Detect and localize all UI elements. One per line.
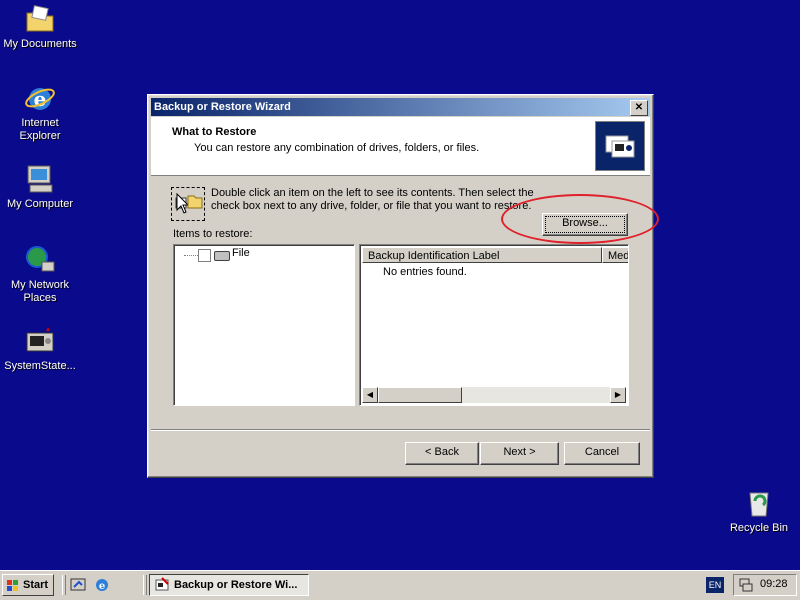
back-button[interactable]: < Back [405,442,479,465]
desktop-icon-label: SystemState... [4,360,76,372]
desktop-icon-recycle-bin[interactable]: Recycle Bin [719,487,799,535]
back-button-label: < Back [425,446,459,458]
scroll-left-icon[interactable]: ◀ [362,387,378,403]
taskbar-item-label: Backup or Restore Wi... [174,579,298,591]
taskbar-grip[interactable] [62,575,66,595]
restore-tree-view[interactable]: File [173,244,355,406]
cancel-button-label: Cancel [584,446,620,458]
desktop-icon-my-network-places[interactable]: My Network Places [0,244,80,305]
desktop-icon-my-computer[interactable]: My Computer [0,163,80,211]
windows-logo-icon [7,579,19,591]
desktop-icon-label: My Documents [3,38,77,50]
desktop-icon-label: Internet Explorer [19,117,61,142]
next-button[interactable]: Next > [480,442,559,465]
tree-item-checkbox[interactable] [198,249,211,262]
tree-item-file[interactable]: File [232,247,250,259]
backup-wizard-icon [595,121,645,171]
page-title: What to Restore [172,126,257,138]
svg-text:e: e [99,581,105,592]
column-header-media[interactable]: Media [602,247,628,263]
taskbar-item-backup-wizard[interactable]: Backup or Restore Wi... [149,574,309,596]
internet-explorer-icon: e [24,82,56,114]
instruction-text: Double click an item on the left to see … [211,187,534,212]
next-button-label: Next > [503,446,536,458]
items-to-restore-label: Items to restore: [173,228,253,240]
column-header-backup-label[interactable]: Backup Identification Label [362,247,602,263]
backup-wizard-task-icon [154,577,170,595]
internet-explorer-quicklaunch-icon[interactable]: e [94,577,110,593]
taskbar-grip[interactable] [143,575,147,595]
start-label: Start [23,579,49,591]
backup-restore-wizard-window: Backup or Restore Wizard ✕ What to Resto… [147,94,654,478]
system-tray: 09:28 [733,574,797,596]
drive-icon [214,251,230,261]
drive-selection-icon [171,187,205,221]
cancel-button[interactable]: Cancel [564,442,640,465]
my-computer-icon [24,163,56,195]
network-places-icon [24,244,56,276]
empty-list-message: No entries found. [383,266,467,278]
start-button[interactable]: Start [2,574,54,596]
browse-button[interactable]: Browse... [542,213,628,236]
scroll-thumb[interactable] [378,387,462,403]
title-bar[interactable]: Backup or Restore Wizard ✕ [151,98,650,116]
close-button[interactable]: ✕ [630,100,648,116]
desktop-icon-my-documents[interactable]: My Documents [0,3,80,51]
window-title: Backup or Restore Wizard [154,101,291,113]
wizard-header: What to Restore You can restore any comb… [151,117,650,176]
network-tray-icon[interactable] [738,577,754,596]
page-subtitle: You can restore any combination of drive… [194,142,480,154]
recycle-bin-icon [743,487,775,519]
backup-list-view[interactable]: Backup Identification Label Media No ent… [359,244,629,406]
desktop-icon-label: My Network Places [10,279,70,304]
show-desktop-icon[interactable] [70,577,86,593]
my-documents-icon [24,3,56,35]
backup-file-icon [24,325,56,357]
desktop-icon-label: Recycle Bin [729,522,789,534]
scroll-right-icon[interactable]: ▶ [610,387,626,403]
taskbar: Start e Backup or Restore Wi... EN 09:28 [0,570,800,600]
desktop-icon-systemstate[interactable]: SystemState... [0,325,80,373]
close-icon: ✕ [634,102,644,113]
footer-separator [151,429,650,431]
language-indicator[interactable]: EN [706,577,724,593]
clock[interactable]: 09:28 [760,578,788,590]
desktop-icon-label: My Computer [6,198,74,210]
horizontal-scrollbar[interactable]: ◀ ▶ [362,387,626,403]
browse-button-label: Browse... [562,217,608,229]
desktop-icon-internet-explorer[interactable]: e Internet Explorer [0,82,80,143]
